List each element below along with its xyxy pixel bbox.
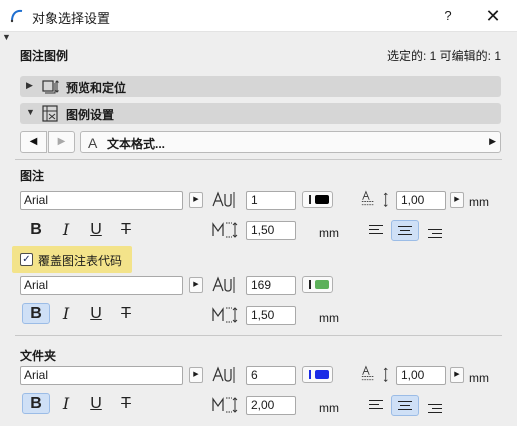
unit-label: mm	[469, 195, 489, 209]
expand-arrow-icon: ▶	[26, 80, 33, 90]
group-label: 预览和定位	[66, 81, 127, 95]
strikethrough-button[interactable]: T	[112, 219, 140, 240]
label-font-menu-button[interactable]: ▶	[189, 192, 203, 208]
align-center-button[interactable]	[391, 220, 419, 241]
underline-button[interactable]: U	[82, 303, 110, 324]
label-line-spacing-field[interactable]: 1,00	[396, 191, 446, 210]
divider	[15, 335, 502, 336]
override-pen-field[interactable]: 169	[246, 276, 296, 295]
preview-position-icon	[42, 80, 59, 94]
letter-spacing-icon	[212, 366, 235, 383]
color-swatch	[315, 280, 329, 289]
folder-section-title: 文件夹	[20, 349, 57, 363]
text-size-icon	[212, 222, 238, 238]
label-line-spacing-menu-button[interactable]: ▶	[450, 192, 464, 208]
italic-button[interactable]: I	[52, 393, 80, 414]
section-title: 图注图例	[20, 49, 69, 63]
underline-button[interactable]: U	[82, 219, 110, 240]
previous-page-button[interactable]: ◀	[20, 131, 47, 153]
close-button[interactable]: ✕	[480, 6, 506, 26]
bold-button[interactable]: B	[22, 303, 50, 324]
italic-button[interactable]: I	[52, 219, 80, 240]
folder-line-spacing-menu-button[interactable]: ▶	[450, 367, 464, 383]
override-font-menu-button[interactable]: ▶	[189, 277, 203, 293]
window-title: 对象选择设置	[32, 11, 111, 26]
strikethrough-button[interactable]: T	[112, 393, 140, 414]
unit-label: mm	[319, 226, 339, 240]
line-spacing-icon	[361, 365, 388, 382]
group-preview-position[interactable]: ▶ 预览和定位	[20, 76, 501, 97]
group-legend-settings[interactable]: ▼ 图例设置	[20, 103, 501, 124]
folder-size-field[interactable]: 2,00	[246, 396, 296, 415]
override-code-toggle[interactable]: ✓ 覆盖图注表代码	[12, 246, 132, 273]
label-size-field[interactable]: 1,50	[246, 221, 296, 240]
align-right-button[interactable]	[421, 398, 449, 419]
italic-button[interactable]: I	[52, 303, 80, 324]
selection-info: 选定的: 1 可编辑的: 1	[386, 49, 501, 63]
legend-settings-icon	[42, 105, 58, 122]
next-page-button[interactable]: ▶	[48, 131, 75, 153]
letter-spacing-icon	[212, 191, 235, 208]
override-pen-color-button[interactable]	[302, 276, 333, 293]
text-size-icon	[212, 397, 238, 413]
title-bar: 对象选择设置 ? ✕	[0, 0, 517, 32]
folder-pen-field[interactable]: 6	[246, 366, 296, 385]
align-center-button[interactable]	[391, 395, 419, 416]
page-select-arrow-icon: ▶	[489, 136, 496, 146]
folder-line-spacing-field[interactable]: 1,00	[396, 366, 446, 385]
strikethrough-button[interactable]: T	[112, 303, 140, 324]
color-swatch	[315, 195, 329, 204]
text-size-icon	[212, 307, 238, 323]
align-right-button[interactable]	[421, 223, 449, 244]
color-swatch	[315, 370, 329, 379]
page-navigation: ◀ ▶ A 文本格式... ▶	[20, 131, 501, 153]
underline-button[interactable]: U	[82, 393, 110, 414]
folder-font-menu-button[interactable]: ▶	[189, 367, 203, 383]
override-font-field[interactable]: Arial	[20, 276, 183, 295]
label-section-title: 图注	[20, 169, 45, 183]
override-checkbox[interactable]: ✓	[20, 253, 33, 266]
line-spacing-icon	[361, 190, 388, 207]
collapse-arrow-icon: ▼	[26, 107, 35, 117]
unit-label: mm	[319, 311, 339, 325]
align-left-button[interactable]	[362, 219, 390, 240]
label-pen-color-button[interactable]	[302, 191, 333, 208]
text-format-icon: A	[88, 135, 98, 151]
folder-font-field[interactable]: Arial	[20, 366, 183, 385]
unit-label: mm	[469, 371, 489, 385]
panel-collapse-arrow-icon[interactable]: ▼	[2, 32, 11, 42]
page-select[interactable]: A 文本格式... ▶	[80, 131, 501, 153]
bold-button[interactable]: B	[22, 219, 50, 240]
divider	[15, 159, 502, 160]
bold-button[interactable]: B	[22, 393, 50, 414]
letter-spacing-icon	[212, 276, 235, 293]
unit-label: mm	[319, 401, 339, 415]
help-button[interactable]: ?	[437, 6, 459, 26]
page-select-label: 文本格式...	[107, 137, 166, 151]
group-label: 图例设置	[66, 108, 115, 122]
override-size-field[interactable]: 1,50	[246, 306, 296, 325]
align-left-button[interactable]	[362, 394, 390, 415]
label-pen-field[interactable]: 1	[246, 191, 296, 210]
arc-tool-icon	[10, 9, 23, 23]
override-label: 覆盖图注表代码	[38, 254, 123, 268]
label-font-field[interactable]: Arial	[20, 191, 183, 210]
folder-pen-color-button[interactable]	[302, 366, 333, 383]
